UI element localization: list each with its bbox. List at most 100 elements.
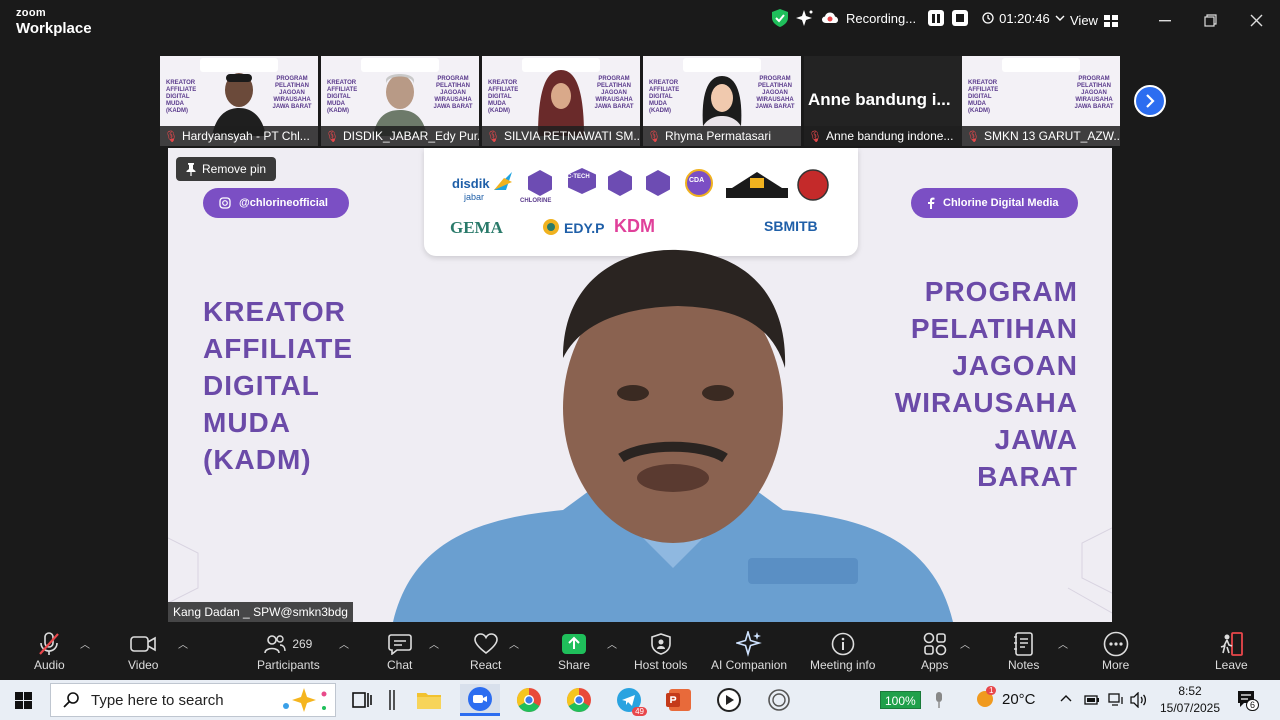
chevron-down-icon [1055, 15, 1065, 21]
speaker-video [393, 249, 953, 622]
audio-options-caret[interactable]: ︿ [80, 636, 90, 651]
remove-pin-button[interactable]: Remove pin [176, 157, 277, 181]
battery-icon[interactable] [1084, 693, 1100, 707]
apps-button[interactable]: Apps [921, 630, 948, 672]
participant-tile[interactable]: KREATOR AFFILIATE DIGITAL MUDA (KADM) PR… [160, 56, 318, 146]
react-options-caret[interactable]: ︿ [509, 636, 519, 651]
task-view-icon[interactable] [344, 684, 380, 716]
usb-mic-icon[interactable] [934, 692, 944, 708]
network-icon[interactable] [1108, 693, 1124, 707]
video-options-caret[interactable]: ︿ [178, 636, 188, 651]
participant-name-large: Anne bandung i... [808, 90, 951, 109]
participants-options-caret[interactable]: ︿ [339, 636, 349, 651]
ai-companion-button[interactable]: AI Companion [711, 630, 787, 672]
apps-options-caret[interactable]: ︿ [960, 636, 970, 651]
notes-options-caret[interactable]: ︿ [1058, 636, 1068, 651]
ai-sparkle-icon[interactable] [796, 9, 814, 27]
muted-mic-icon: 🎙 [966, 130, 980, 143]
edyp-logo-icon [543, 219, 559, 235]
chat-button[interactable]: Chat [387, 630, 412, 672]
chevron-up-icon[interactable] [1060, 694, 1072, 702]
notes-button[interactable]: Notes [1008, 630, 1039, 672]
powerpoint-icon[interactable] [661, 684, 697, 716]
media-player-icon[interactable] [711, 684, 747, 716]
hipmi-logo-icon [726, 172, 788, 198]
meeting-info-button[interactable]: Meeting info [810, 630, 875, 672]
pin-icon [186, 162, 196, 176]
chrome-icon[interactable] [511, 684, 547, 716]
taskbar-search[interactable]: Type here to search [50, 683, 336, 717]
facebook-badge: Chlorine Digital Media [911, 188, 1078, 218]
participant-tile[interactable]: Anne bandung i... 🎙 Anne bandung indone..… [804, 56, 962, 146]
speaker-name-label: Kang Dadan _ SPW@smkn3bdg [168, 602, 353, 622]
weather-widget[interactable]: 1 20°C [974, 686, 1036, 710]
taskbar-clock[interactable]: 8:52 15/07/2025 [1158, 683, 1222, 717]
muted-mic-icon [39, 632, 60, 655]
react-button[interactable]: React [470, 630, 501, 672]
participants-button[interactable]: 269 Participants [257, 630, 320, 672]
video-button[interactable]: Video [128, 630, 158, 672]
pause-recording-button[interactable] [928, 10, 945, 26]
muted-mic-icon: 🎙 [647, 130, 661, 143]
stop-recording-button[interactable] [952, 10, 969, 26]
leave-button[interactable]: Leave [1215, 630, 1248, 672]
circle-app-icon[interactable] [761, 684, 797, 716]
participants-icon [264, 635, 287, 654]
meeting-timer[interactable]: 01:20:46 [982, 11, 1065, 26]
share-button[interactable]: Share [558, 630, 590, 672]
info-icon [831, 632, 854, 656]
disdik-logo: disdik [452, 176, 490, 191]
share-options-caret[interactable]: ︿ [607, 636, 617, 651]
audio-button[interactable]: Audio [34, 630, 65, 672]
main-video[interactable]: @chlorineofficial Chlorine Digital Media… [168, 148, 1112, 622]
windows-start-icon[interactable] [15, 692, 32, 709]
video-camera-icon [130, 636, 157, 652]
chat-icon [387, 634, 412, 655]
chlorine-logo-icon [528, 170, 552, 196]
zoom-workplace-logo: zoom Workplace [16, 7, 92, 37]
disdik-leaf-icon [494, 172, 512, 190]
host-tools-button[interactable]: Host tools [634, 630, 687, 672]
timer-value: 01:20:46 [999, 10, 1050, 26]
meeting-toolbar: Audio ︿ Video ︿ 269 Participants ︿ Chat … [0, 622, 1280, 680]
notification-center[interactable]: 6 [1236, 690, 1260, 711]
encryption-shield-icon[interactable] [772, 9, 788, 27]
slide-left-title: KREATOR AFFILIATE DIGITAL MUDA (KADM) [203, 296, 354, 475]
more-button[interactable]: More [1102, 630, 1129, 672]
chat-options-caret[interactable]: ︿ [429, 636, 439, 651]
telegram-taskbar-button[interactable]: 49 [611, 684, 647, 716]
muted-mic-icon: 🎙 [164, 130, 178, 143]
muted-mic-icon: 🎙 [808, 130, 822, 143]
clock-date: 15/07/2025 [1159, 701, 1221, 715]
clock-icon [982, 12, 994, 24]
taskbar-separator-icon [389, 690, 395, 710]
participant-tile[interactable]: KREATOR AFFILIATE DIGITAL MUDA (KADM) PR… [482, 56, 640, 146]
share-screen-icon [562, 634, 587, 654]
sbmitb-logo: SBMITB [764, 218, 818, 234]
telegram-badge: 49 [632, 707, 647, 716]
speaker-volume-icon[interactable] [1130, 692, 1148, 708]
view-button[interactable]: View [1070, 13, 1118, 28]
gema-logo: GEMA [450, 218, 503, 237]
search-highlight-sparkle-icon [282, 688, 327, 712]
next-page-button[interactable] [1134, 85, 1166, 117]
grid-view-icon [1103, 14, 1118, 27]
recording-cloud-icon [822, 12, 838, 23]
facebook-icon [928, 197, 935, 209]
leave-icon [1221, 632, 1244, 656]
edyp-logo: EDY.P [564, 220, 605, 236]
minimize-icon[interactable] [1159, 20, 1171, 22]
battery-percent[interactable]: 100% [880, 691, 921, 709]
muted-mic-icon: 🎙 [325, 130, 339, 143]
search-icon [63, 692, 79, 708]
participant-tile[interactable]: KREATOR AFFILIATE DIGITAL MUDA (KADM) PR… [321, 56, 479, 146]
file-explorer-icon[interactable] [411, 684, 447, 716]
participant-tile[interactable]: KREATOR AFFILIATE DIGITAL MUDA (KADM) PR… [962, 56, 1120, 146]
restore-icon[interactable] [1204, 14, 1217, 27]
zoom-app-taskbar-button[interactable] [460, 684, 500, 716]
close-icon[interactable] [1250, 14, 1263, 27]
participant-tile[interactable]: KREATOR AFFILIATE DIGITAL MUDA (KADM) PR… [643, 56, 801, 146]
chrome-profile-icon[interactable] [561, 684, 597, 716]
more-icon [1103, 631, 1128, 657]
muted-mic-icon: 🎙 [486, 130, 500, 143]
